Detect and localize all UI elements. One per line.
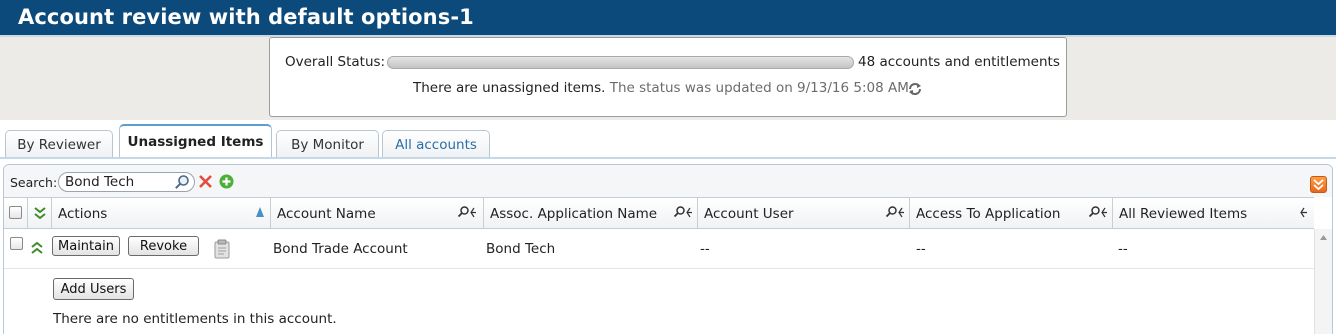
column-assoc-application[interactable]: Assoc. Application Name: [484, 198, 698, 229]
column-search-icon[interactable]: [457, 205, 477, 221]
grid-toolbar: Search:: [4, 165, 1332, 197]
status-panel: Overall Status: 48 accounts and entitlem…: [269, 37, 1067, 117]
grid-header: Actions Account Name Assoc. Application …: [4, 197, 1314, 229]
updated-timestamp: The status was updated on 9/13/16 5:08 A…: [609, 80, 914, 96]
reviewed-cell: --: [1118, 241, 1128, 257]
column-reviewed-label: All Reviewed Items: [1119, 206, 1248, 222]
column-assoc-application-label: Assoc. Application Name: [490, 206, 658, 222]
tab-bar: By Reviewer Unassigned Items By Monitor …: [0, 120, 1336, 158]
clipboard-icon[interactable]: [212, 239, 232, 259]
search-label: Search:: [10, 175, 58, 190]
row-details: Add Users There are no entitlements in t…: [4, 269, 1314, 334]
vertical-scrollbar[interactable]: [1314, 229, 1332, 334]
column-menu-icon[interactable]: [1296, 205, 1308, 221]
expand-all-icon[interactable]: [34, 206, 46, 220]
header-select-cell: [4, 198, 28, 229]
clear-icon[interactable]: [198, 174, 213, 189]
no-entitlements-message: There are no entitlements in this accoun…: [53, 311, 337, 327]
table-row: Maintain Revoke Bond Trade Account Bond …: [4, 229, 1314, 269]
search-icon[interactable]: [174, 174, 190, 190]
column-search-icon[interactable]: [885, 205, 905, 221]
column-actions[interactable]: Actions: [52, 198, 271, 229]
revoke-button[interactable]: Revoke: [128, 236, 199, 256]
tabs-divider: [0, 157, 1336, 159]
collapse-panel-icon[interactable]: [1310, 176, 1327, 193]
column-account-user[interactable]: Account User: [698, 198, 910, 229]
scroll-up-icon[interactable]: [1319, 233, 1328, 242]
row-checkbox[interactable]: [10, 237, 23, 250]
column-search-icon[interactable]: [1088, 205, 1108, 221]
column-account-name-label: Account Name: [277, 206, 376, 222]
status-count: 48 accounts and entitlements: [858, 54, 1060, 70]
overall-status-label: Overall Status:: [285, 54, 386, 70]
refresh-icon[interactable]: [907, 81, 923, 97]
account-name-cell: Bond Trade Account: [273, 241, 408, 257]
tab-unassigned-items[interactable]: Unassigned Items: [119, 124, 272, 158]
tab-all-accounts[interactable]: All accounts: [382, 130, 490, 158]
accounts-grid: Search: Bond Tech Actions Account Name A…: [3, 164, 1333, 334]
column-account-user-label: Account User: [704, 206, 794, 222]
column-access-label: Access To Application: [916, 206, 1061, 222]
application-cell: Bond Tech: [486, 241, 556, 257]
account-user-cell: --: [700, 241, 710, 257]
column-access-to-application[interactable]: Access To Application: [910, 198, 1113, 229]
column-actions-label: Actions: [58, 206, 108, 222]
status-message: There are unassigned items. The status w…: [413, 80, 913, 96]
access-cell: --: [916, 241, 926, 257]
sort-asc-icon[interactable]: [255, 206, 265, 218]
tab-by-reviewer[interactable]: By Reviewer: [5, 130, 113, 158]
select-all-checkbox[interactable]: [9, 206, 22, 219]
column-account-name[interactable]: Account Name: [271, 198, 484, 229]
unassigned-message: There are unassigned items.: [413, 80, 606, 96]
page-title: Account review with default options-1: [0, 0, 1336, 35]
collapse-row-icon[interactable]: [31, 241, 43, 255]
tab-by-monitor[interactable]: By Monitor: [276, 130, 379, 158]
overall-status-progress: [387, 56, 854, 69]
add-icon[interactable]: [219, 174, 234, 189]
column-search-icon[interactable]: [673, 205, 693, 221]
header-expand-cell: [28, 198, 52, 229]
add-users-button[interactable]: Add Users: [53, 278, 134, 300]
maintain-button[interactable]: Maintain: [52, 236, 120, 256]
column-all-reviewed-items[interactable]: All Reviewed Items: [1113, 198, 1314, 229]
